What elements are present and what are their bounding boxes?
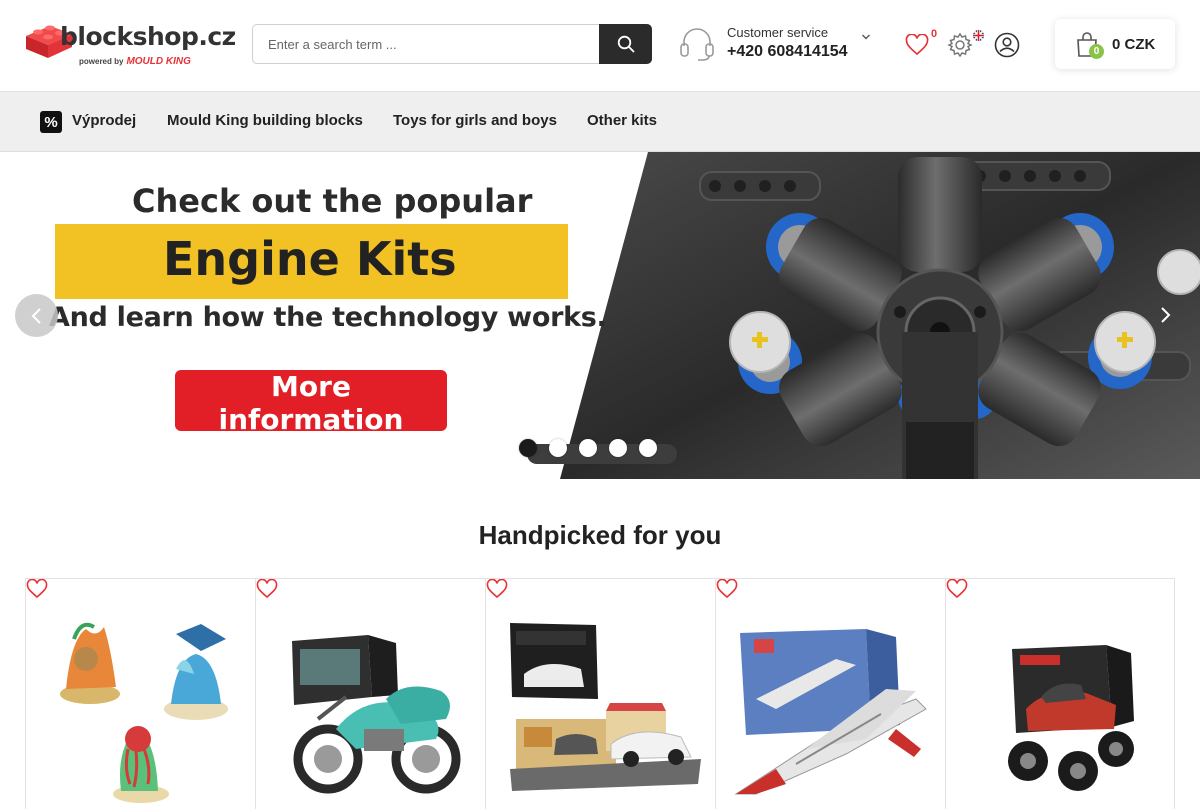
banner-pagination xyxy=(519,439,669,457)
add-to-wishlist-icon[interactable] xyxy=(256,579,278,599)
add-to-wishlist-icon[interactable] xyxy=(716,579,738,599)
site-logo[interactable]: blockshop.cz powered by MOULD KING xyxy=(24,18,236,70)
banner-headline: Check out the popular xyxy=(132,182,533,220)
banner-dot-3[interactable] xyxy=(579,439,597,457)
more-information-button[interactable]: More information xyxy=(175,370,447,436)
nav-item-other-kits[interactable]: Other kits xyxy=(587,112,657,129)
logo-brand: MOULD KING xyxy=(126,56,191,67)
product-card[interactable] xyxy=(485,579,715,809)
jet-fighter-kit-image xyxy=(734,629,927,795)
logo-powered-by: powered by MOULD KING xyxy=(79,56,191,67)
hero-banner[interactable]: Check out the popular Engine Kits And le… xyxy=(0,152,1200,479)
motorcycle-sidecar-kit-image xyxy=(292,635,461,794)
banner-prev-button[interactable] xyxy=(15,294,58,337)
add-to-wishlist-icon[interactable] xyxy=(946,579,968,599)
nav-item-sale[interactable]: Výprodej xyxy=(72,112,136,129)
banner-dot-1[interactable] xyxy=(519,439,537,457)
customer-service[interactable]: Customer service +420 608414154 xyxy=(678,22,878,66)
sale-percent-icon: % xyxy=(40,111,62,133)
banner-dot-5[interactable] xyxy=(639,439,657,457)
heart-icon xyxy=(905,34,929,56)
nav-item-toys[interactable]: Toys for girls and boys xyxy=(393,112,557,129)
search-icon xyxy=(617,35,634,53)
car-showroom-kit-image xyxy=(510,623,701,791)
chevron-left-icon xyxy=(31,307,41,324)
underwater-sets-image xyxy=(60,622,228,803)
logo-powered-label: powered by xyxy=(79,57,124,66)
search-button[interactable] xyxy=(599,24,652,64)
product-card[interactable] xyxy=(945,579,1175,809)
banner-subtitle: And learn how the technology works. xyxy=(49,302,607,333)
main-navigation: % Výprodej Mould King building blocks To… xyxy=(0,92,1200,152)
wishlist-button[interactable] xyxy=(902,30,932,60)
add-to-wishlist-icon[interactable] xyxy=(486,579,508,599)
gear-icon xyxy=(947,32,973,58)
product-card[interactable] xyxy=(25,579,255,809)
customer-service-phone[interactable]: +420 608414154 xyxy=(727,43,848,61)
cart-button[interactable]: 0 0 CZK xyxy=(1055,19,1175,69)
chevron-down-icon xyxy=(862,34,870,40)
logo-text: blockshop.cz xyxy=(60,22,236,51)
product-card[interactable] xyxy=(715,579,945,809)
product-list xyxy=(25,578,1175,809)
add-to-wishlist-icon[interactable] xyxy=(26,579,48,599)
search-input[interactable] xyxy=(252,24,600,64)
settings-button[interactable] xyxy=(945,30,975,60)
product-card[interactable] xyxy=(255,579,485,809)
chevron-right-icon xyxy=(1161,307,1171,323)
cart-total: 0 CZK xyxy=(1112,36,1156,53)
search-bar xyxy=(252,24,652,64)
account-button[interactable] xyxy=(992,30,1022,60)
uk-flag-icon xyxy=(973,30,984,41)
banner-dot-4[interactable] xyxy=(609,439,627,457)
banner-next-button[interactable] xyxy=(1149,298,1181,332)
nav-item-mould-king[interactable]: Mould King building blocks xyxy=(167,112,363,129)
headset-icon xyxy=(680,28,714,61)
banner-title: Engine Kits xyxy=(163,232,457,286)
user-icon xyxy=(994,32,1020,58)
monster-truck-kit-image xyxy=(1008,645,1134,791)
banner-dot-2[interactable] xyxy=(549,439,567,457)
handpicked-title: Handpicked for you xyxy=(478,520,722,550)
header: blockshop.cz powered byMOULD KING Custom… xyxy=(0,0,1200,92)
wishlist-count: 0 xyxy=(931,28,938,40)
customer-service-label: Customer service xyxy=(727,25,829,40)
cart-count-badge: 0 xyxy=(1089,44,1104,59)
